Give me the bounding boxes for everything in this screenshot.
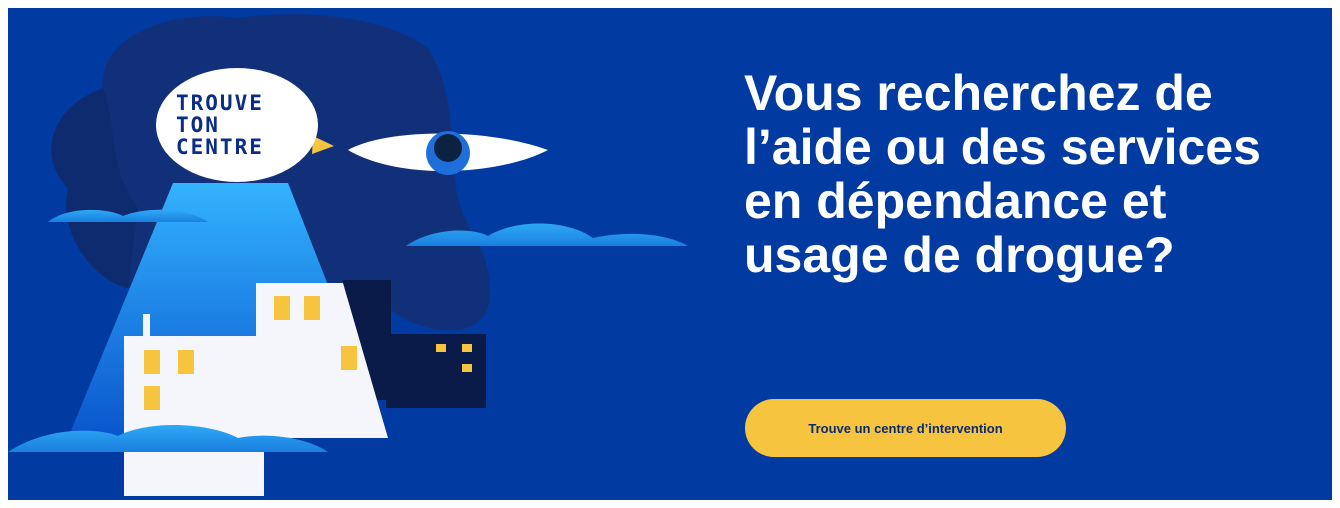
logo-line-2: TON: [176, 113, 220, 137]
logo-line-1: TROUVE: [176, 91, 264, 115]
logo-bubble: TROUVE TON CENTRE: [156, 68, 318, 182]
hero-headline: Vous recherchez de l’aide ou des service…: [744, 65, 1261, 283]
hero-banner: TROUVE TON CENTRE Vous recherchez de l’a…: [8, 8, 1332, 500]
logo-line-3: CENTRE: [176, 135, 264, 159]
city-face-illustration: [8, 14, 688, 496]
find-center-button[interactable]: Trouve un centre d’intervention: [745, 399, 1066, 457]
trouve-ton-centre-logo: TROUVE TON CENTRE: [176, 92, 298, 158]
